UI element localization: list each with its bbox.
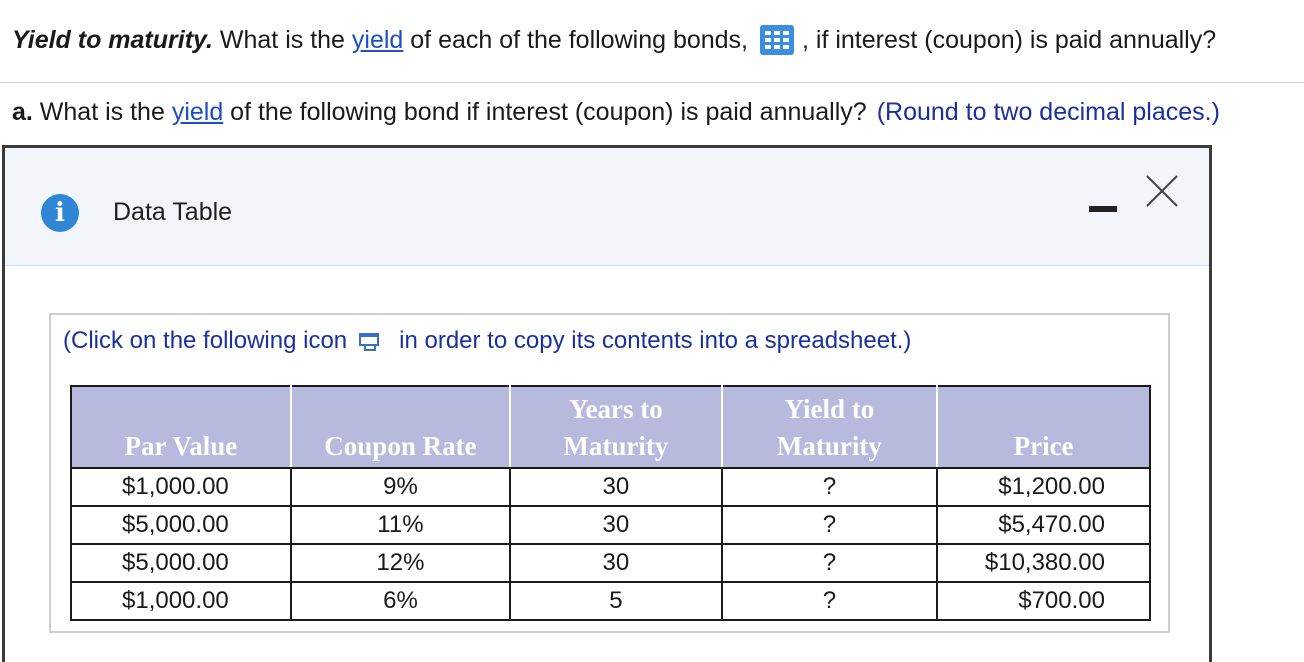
- cell-par-value: $5,000.00: [70, 543, 292, 583]
- cell-yield: ?: [720, 543, 939, 583]
- table-header-row: Par Value Coupon Rate Years to Maturity Y…: [70, 385, 1151, 469]
- cell-coupon-rate: 9%: [289, 467, 512, 507]
- data-table-grid-icon[interactable]: [760, 25, 795, 55]
- divider: [0, 82, 1304, 83]
- cell-yield: ?: [720, 505, 939, 545]
- cell-price: $5,470.00: [936, 505, 1151, 545]
- cell-par-value: $1,000.00: [70, 467, 292, 507]
- header-price: Price: [936, 385, 1151, 469]
- question-text: of each of the following bonds,: [403, 26, 749, 54]
- header-years-to-maturity: Years to Maturity: [509, 385, 723, 469]
- cell-years: 30: [509, 543, 723, 583]
- header-yield-to-maturity: Yield to Maturity: [720, 385, 939, 469]
- question-prompt: Yield to maturity. What is the yield of …: [12, 24, 1216, 56]
- question-text: What is the: [212, 26, 352, 54]
- close-icon[interactable]: [1141, 172, 1181, 212]
- part-a-text: What is the: [32, 98, 172, 126]
- cell-coupon-rate: 11%: [289, 505, 512, 545]
- table-row: $5,000.00 11% 30 ? $5,470.00: [70, 505, 1151, 545]
- part-a-text: of the following bond if interest (coupo…: [223, 98, 867, 126]
- cell-price: $700.00: [936, 581, 1151, 621]
- part-a-prompt: a. What is the yield of the following bo…: [12, 96, 1220, 128]
- minimize-icon[interactable]: [1087, 200, 1121, 224]
- yield-link[interactable]: yield: [172, 98, 223, 126]
- cell-yield: ?: [720, 467, 939, 507]
- copy-hint-text: in order to copy its contents into a spr…: [399, 327, 912, 354]
- cell-years: 30: [509, 467, 723, 507]
- cell-par-value: $1,000.00: [70, 581, 292, 621]
- cell-price: $1,200.00: [936, 467, 1151, 507]
- data-table-dialog: i Data Table (Click on the following ico…: [2, 145, 1212, 662]
- dialog-title: Data Table: [113, 198, 233, 226]
- question-text: , if interest (coupon) is paid annually?: [802, 26, 1217, 54]
- header-coupon-rate: Coupon Rate: [289, 385, 512, 469]
- copy-hint-text: (Click on the following icon: [63, 327, 348, 354]
- dialog-header: i Data Table: [5, 148, 1209, 266]
- bond-data-table: Par Value Coupon Rate Years to Maturity Y…: [70, 385, 1151, 621]
- header-par-value: Par Value: [70, 385, 292, 469]
- cell-years: 30: [509, 505, 723, 545]
- table-row: $5,000.00 12% 30 ? $10,380.00: [70, 543, 1151, 583]
- cell-coupon-rate: 12%: [289, 543, 512, 583]
- rounding-hint: (Round to two decimal places.): [876, 98, 1220, 126]
- part-a-label: a.: [12, 98, 33, 126]
- cell-years: 5: [509, 581, 723, 621]
- yield-link[interactable]: yield: [352, 24, 403, 56]
- copy-hint: (Click on the following icon in order to…: [63, 325, 911, 357]
- table-row: $1,000.00 9% 30 ? $1,200.00: [70, 467, 1151, 507]
- cell-par-value: $5,000.00: [70, 505, 292, 545]
- info-icon: i: [41, 194, 79, 232]
- table-row: $1,000.00 6% 5 ? $700.00: [70, 581, 1151, 621]
- cell-yield: ?: [720, 581, 939, 621]
- data-table-panel: (Click on the following icon in order to…: [49, 313, 1170, 633]
- question-lead: Yield to maturity.: [12, 26, 213, 54]
- copy-to-spreadsheet-icon[interactable]: [357, 330, 383, 352]
- cell-coupon-rate: 6%: [289, 581, 512, 621]
- cell-price: $10,380.00: [936, 543, 1151, 583]
